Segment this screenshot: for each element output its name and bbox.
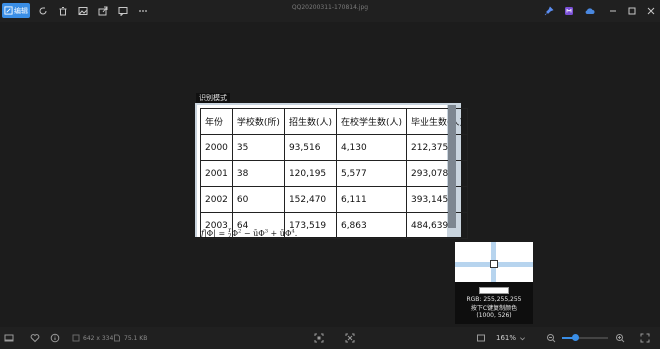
dimensions-icon xyxy=(72,334,80,342)
zoom-value: 161% xyxy=(496,334,517,342)
formula: f|Φ| = r 2 Φ2 − ūΦ3 + ūΦ4. xyxy=(201,228,297,240)
minimize-icon xyxy=(608,6,618,16)
table-header-cell: 招生数(人) xyxy=(283,108,337,135)
color-picker-info: RGB: 255,255,255 按下C键复制颜色 (1000, 526) xyxy=(455,282,533,324)
actual-size-button[interactable] xyxy=(345,331,355,345)
formula-plus: + xyxy=(268,229,280,238)
pin-icon xyxy=(544,5,554,16)
table-cell: 293,078 xyxy=(405,160,469,187)
copy-color-hint: 按下C键复制颜色 xyxy=(470,305,518,312)
app-icon xyxy=(564,6,574,16)
minimize-button[interactable] xyxy=(606,3,620,18)
pin-button[interactable] xyxy=(542,3,556,18)
zoom-out-button[interactable] xyxy=(546,331,556,345)
table-header-cell: 毕业生数(人) xyxy=(405,108,469,135)
file-icon xyxy=(113,334,121,342)
data-table: 年份 学校数(所) 招生数(人) 在校学生数(人) 毕业生数(人) 2000 3… xyxy=(200,108,469,239)
table-cell: 6,863 xyxy=(335,212,408,239)
pixel-coordinates: (1000, 526) xyxy=(476,312,512,319)
close-button[interactable] xyxy=(644,3,658,18)
fullscreen-button[interactable] xyxy=(640,331,650,345)
cloud-icon xyxy=(584,6,595,16)
table-header-cell: 在校学生数(人) xyxy=(335,108,408,135)
zoom-slider[interactable] xyxy=(562,334,608,341)
app-button[interactable] xyxy=(562,3,576,18)
recognition-mode-label: 识别模式 xyxy=(196,93,230,103)
panel-icon xyxy=(4,333,14,343)
formula-minus: − xyxy=(241,229,254,238)
table-cell: 393,145 xyxy=(405,186,469,213)
favorite-button[interactable] xyxy=(30,331,40,345)
table-cell: 120,195 xyxy=(283,160,337,187)
document-image: 年份 学校数(所) 招生数(人) 在校学生数(人) 毕业生数(人) 2000 3… xyxy=(197,105,469,240)
zoom-in-icon xyxy=(615,333,625,343)
actual-size-icon xyxy=(345,333,355,343)
table-cell: 35 xyxy=(231,134,285,161)
window-mode-button[interactable] xyxy=(476,331,486,345)
table-cell: 5,577 xyxy=(335,160,408,187)
dimensions-info: 642 x 334 xyxy=(72,331,113,345)
table-cell: 60 xyxy=(231,186,285,213)
close-icon xyxy=(646,6,656,16)
table-row: 2000 35 93,516 4,130 212,375 xyxy=(200,134,469,161)
magnifier xyxy=(455,242,533,282)
formula-term3: ūΦ xyxy=(279,229,292,238)
heart-icon xyxy=(30,333,40,343)
table-cell: 2001 xyxy=(200,160,233,187)
table-cell: 152,470 xyxy=(283,186,337,213)
fit-screen-icon xyxy=(314,333,324,343)
table-header-row: 年份 学校数(所) 招生数(人) 在校学生数(人) 毕业生数(人) xyxy=(200,108,469,135)
table-cell: 93,516 xyxy=(283,134,337,161)
table-cell: 2002 xyxy=(200,186,233,213)
formula-term2: ūΦ xyxy=(253,229,265,238)
maximize-icon xyxy=(627,6,637,16)
fullscreen-icon xyxy=(640,333,650,343)
table-row: 2002 60 152,470 6,111 393,145 xyxy=(200,186,469,213)
table-header-cell: 年份 xyxy=(200,108,233,135)
image-dimensions: 642 x 334 xyxy=(83,334,114,342)
file-title: QQ20200311-170814.jpg xyxy=(291,4,369,11)
table-cell: 212,375 xyxy=(405,134,469,161)
fit-screen-button[interactable] xyxy=(314,331,324,345)
formula-abs: |Φ| xyxy=(203,229,216,238)
status-bar: 642 x 334 75.1 KB 161% xyxy=(0,327,660,349)
filesize-info: 75.1 KB xyxy=(113,331,147,345)
chevron-down-icon xyxy=(519,335,526,342)
zoom-dropdown[interactable]: 161% xyxy=(496,331,526,345)
zoom-slider-handle[interactable] xyxy=(572,334,580,341)
formula-eq: = xyxy=(215,229,228,238)
info-button[interactable] xyxy=(50,331,60,345)
zoom-out-icon xyxy=(546,333,556,343)
table-cell: 484,639 xyxy=(405,212,469,239)
cloud-button[interactable] xyxy=(582,3,596,18)
table-cell: 4,130 xyxy=(335,134,408,161)
image-viewport[interactable]: 年份 学校数(所) 招生数(人) 在校学生数(人) 毕业生数(人) 2000 3… xyxy=(195,103,469,240)
table-cell: 6,111 xyxy=(335,186,408,213)
table-cell: 38 xyxy=(231,160,285,187)
magnifier-center-pixel xyxy=(490,260,498,268)
maximize-button[interactable] xyxy=(625,3,639,18)
color-swatch xyxy=(479,287,509,294)
table-cell: 2000 xyxy=(200,134,233,161)
zoom-in-button[interactable] xyxy=(615,331,625,345)
table-row: 2001 38 120,195 5,577 293,078 xyxy=(200,160,469,187)
file-size: 75.1 KB xyxy=(124,334,148,342)
window-icon xyxy=(476,333,486,343)
top-toolbar: 编辑 QQ20200311-170814.jpg xyxy=(0,0,660,22)
info-icon xyxy=(50,333,60,343)
table-header-cell: 学校数(所) xyxy=(231,108,285,135)
vertical-scrollbar[interactable] xyxy=(448,105,456,228)
formula-end: . xyxy=(294,229,298,238)
rgb-value: RGB: 255,255,255 xyxy=(466,296,522,303)
sidebar-toggle-button[interactable] xyxy=(4,331,14,345)
